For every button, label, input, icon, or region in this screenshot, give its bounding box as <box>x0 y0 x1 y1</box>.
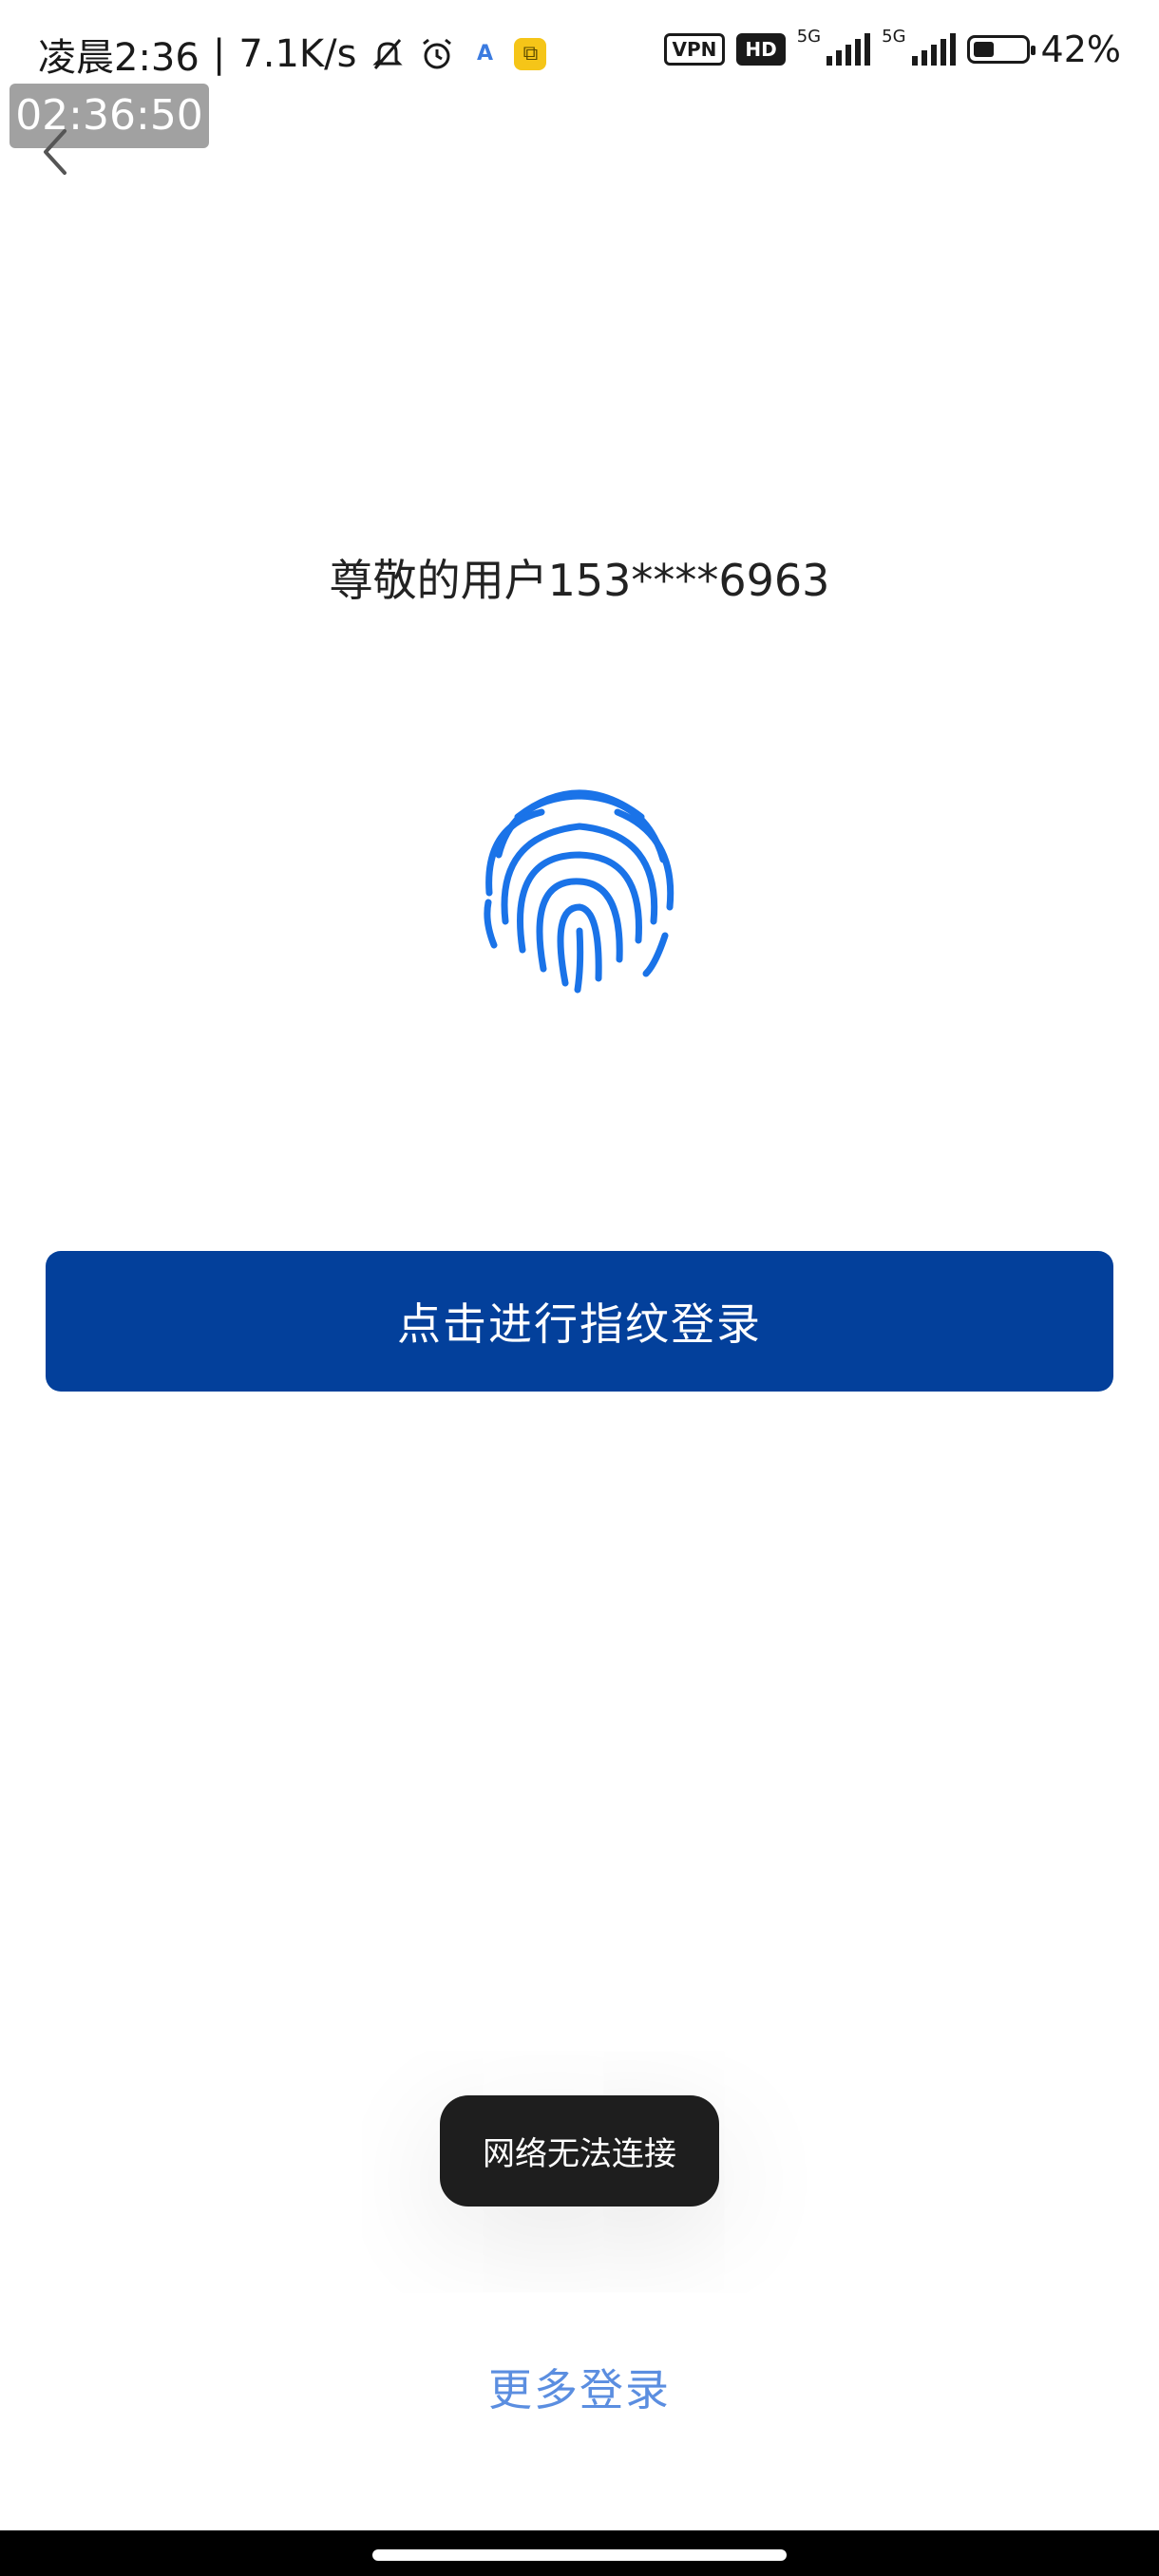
user-greeting: 尊敬的用户153****6963 <box>329 555 830 606</box>
system-nav-bar <box>0 2530 1159 2576</box>
more-login-link[interactable]: 更多登录 <box>0 2356 1159 2418</box>
back-arrow-icon[interactable] <box>36 123 74 180</box>
fingerprint-icon[interactable] <box>475 779 684 997</box>
signal1-bars-icon <box>826 33 871 66</box>
status-left: 凌晨2:36 | 7.1K/s A ⧉ <box>38 27 547 82</box>
fingerprint-login-button[interactable]: 点击进行指纹登录 <box>46 1251 1113 1392</box>
network-error-toast: 网络无法连接 <box>440 2095 719 2207</box>
copy-app-icon: ⧉ <box>514 38 547 70</box>
status-time: 凌晨2:36 <box>38 36 200 80</box>
status-net-speed: 7.1K/s <box>238 32 357 76</box>
vpn-badge: VPN <box>663 33 726 66</box>
signal2-label: 5G <box>882 26 906 47</box>
home-gesture-handle[interactable] <box>372 2549 787 2561</box>
alarm-icon <box>423 38 452 69</box>
hd-badge: HD <box>736 33 786 66</box>
signal1-label: 5G <box>796 26 822 47</box>
signal2-bars-icon <box>911 33 956 66</box>
status-divider: | <box>212 32 226 76</box>
battery-percent: 42% <box>1040 28 1121 70</box>
mute-bell-icon <box>372 39 404 69</box>
status-right: VPN HD 5G 5G 42% <box>663 26 1121 70</box>
battery-icon <box>966 35 1036 64</box>
app-a-icon: A <box>476 42 493 66</box>
